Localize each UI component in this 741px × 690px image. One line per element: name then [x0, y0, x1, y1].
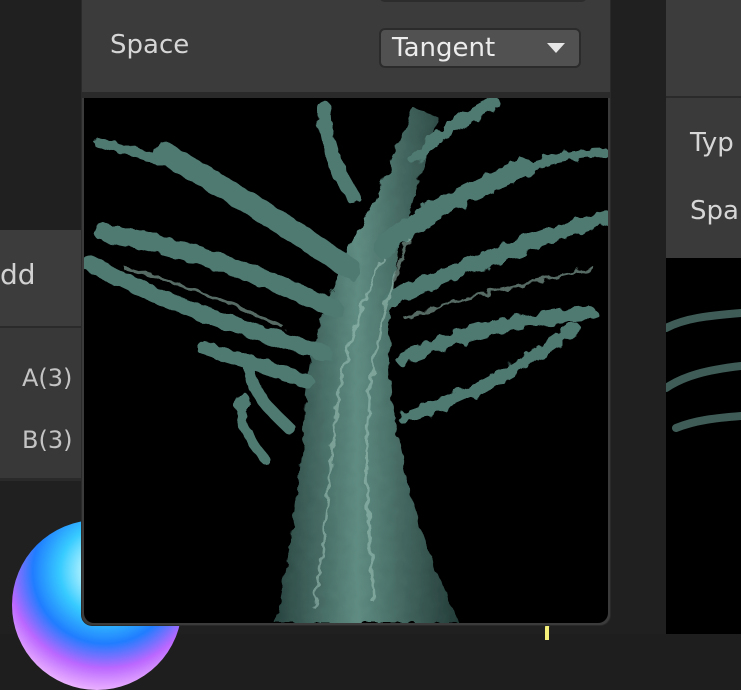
normal-node[interactable]: Space Tangent — [82, 0, 610, 625]
port-a-label[interactable]: A(3) — [22, 364, 72, 392]
right-tree-preview-icon — [662, 309, 741, 432]
texture-preview — [84, 98, 608, 623]
add-node-bottom-edge — [0, 478, 82, 481]
chevron-down-icon — [547, 43, 565, 53]
type-label: Typ — [690, 128, 734, 158]
space-dropdown-value: Tangent — [392, 33, 496, 63]
port-b-label[interactable]: B(3) — [22, 426, 72, 454]
space-label: Space — [110, 30, 190, 60]
right-preview — [662, 258, 741, 634]
add-node-header[interactable]: dd — [0, 230, 82, 328]
tree-preview-icon — [84, 98, 608, 623]
top-field[interactable] — [379, 0, 587, 2]
add-node[interactable]: dd A(3) B(3) — [0, 230, 82, 478]
space-label-right: Spa — [690, 196, 739, 226]
right-node-header[interactable] — [666, 0, 741, 98]
add-node-ports: A(3) B(3) — [0, 328, 82, 478]
space-dropdown[interactable]: Tangent — [379, 28, 581, 68]
right-node[interactable]: Typ Spa — [666, 0, 741, 258]
add-node-title: dd — [0, 258, 36, 291]
